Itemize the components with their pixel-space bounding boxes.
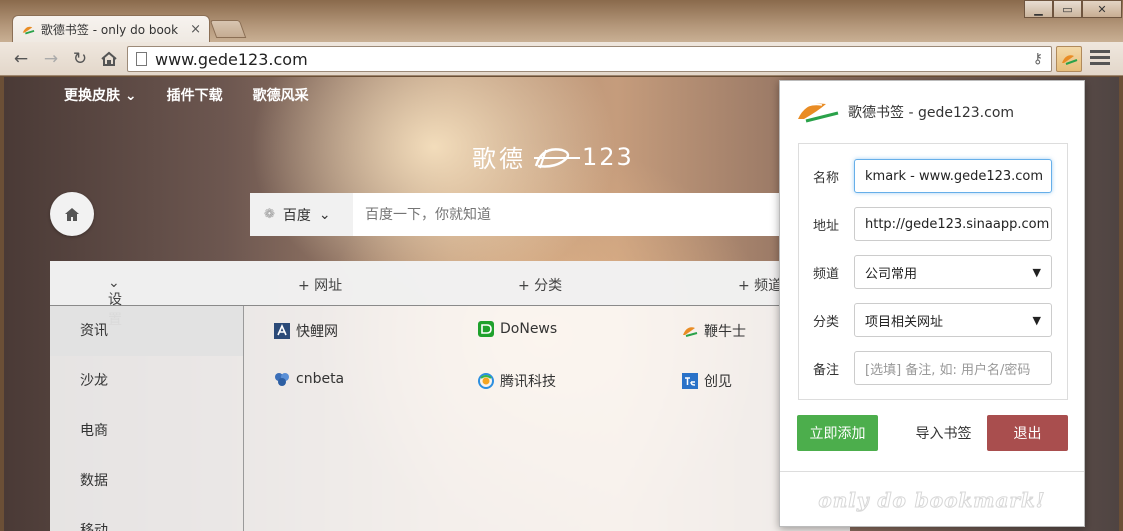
- baidu-paw-icon: ❁: [264, 207, 275, 222]
- gede-logo-icon: [1062, 55, 1078, 65]
- sidebar-item-mobile[interactable]: 移动: [50, 506, 243, 531]
- url-field[interactable]: http://gede123.sinaapp.com: [854, 207, 1052, 241]
- popup-title: 歌德书签 - gede123.com: [848, 105, 1015, 121]
- back-arrow-icon[interactable]: ←: [10, 48, 32, 70]
- panel-tabs: 设置 ⌄ + 网址 + 分类 + 频道: [50, 261, 850, 328]
- address-bar[interactable]: www.gede123.com ⚷: [127, 46, 1052, 72]
- search-bar: ❁ 百度 ⌄: [250, 193, 810, 236]
- tab-add-url[interactable]: + 网址: [298, 275, 342, 295]
- name-label: 名称: [813, 170, 840, 186]
- tab-title: 歌德书签 - only do book: [40, 23, 179, 37]
- minimize-icon[interactable]: ▁: [1024, 0, 1053, 18]
- window-close-icon[interactable]: ✕: [1082, 0, 1122, 18]
- top-nav: 更换皮肤 ⌄ 插件下载 歌德风采: [64, 85, 309, 105]
- channel-label: 频道: [813, 266, 840, 282]
- brand-logo-icon: [534, 147, 580, 168]
- tencent-icon: [478, 373, 494, 389]
- import-bookmarks-link[interactable]: 导入书签: [911, 415, 976, 451]
- bianniushi-icon: [683, 327, 698, 337]
- chuangjian-icon: [682, 373, 698, 389]
- sidebar-item-data[interactable]: 数据: [50, 456, 243, 506]
- tab-settings[interactable]: 设置 ⌄: [108, 275, 122, 328]
- site-link[interactable]: 快鲤网: [274, 321, 338, 341]
- category-select[interactable]: 项目相关网址 ▼: [854, 303, 1052, 337]
- name-field[interactable]: kmark - www.gede123.com: [854, 159, 1052, 193]
- nav-plugin-download[interactable]: 插件下载: [167, 85, 223, 105]
- site-link[interactable]: cnbeta: [274, 371, 344, 387]
- reload-icon[interactable]: ↻: [69, 48, 91, 70]
- site-name: cnbeta: [296, 371, 345, 387]
- sidebar-item-ecommerce[interactable]: 电商: [50, 406, 243, 456]
- nav-change-skin[interactable]: 更换皮肤 ⌄: [64, 85, 137, 105]
- brand-name: 歌德: [472, 145, 526, 173]
- gede-logo-icon: [22, 26, 35, 34]
- gede-logo-icon: [798, 103, 839, 123]
- site-name: 快鲤网: [296, 324, 338, 340]
- add-bookmark-popup: 歌德书签 - gede123.com 名称 kmark - www.gede12…: [779, 80, 1085, 527]
- chevron-down-icon: ⌄: [318, 206, 331, 223]
- site-name: 创见: [704, 374, 732, 390]
- url-label: 地址: [813, 218, 840, 234]
- slogan: only do bookmark!: [818, 487, 1046, 512]
- site-link[interactable]: 创见: [682, 371, 732, 391]
- tab-close-icon[interactable]: ×: [190, 22, 201, 37]
- bookmark-form: 名称 kmark - www.gede123.com 地址 http://ged…: [798, 143, 1068, 400]
- sidebar-item-salon[interactable]: 沙龙: [50, 356, 243, 406]
- site-name: DoNews: [500, 321, 558, 337]
- gede-extension-button[interactable]: [1056, 46, 1082, 72]
- dropdown-arrow-icon: ▼: [1032, 313, 1041, 327]
- add-now-button[interactable]: 立即添加: [797, 415, 878, 451]
- search-engine-label: 百度: [282, 207, 311, 224]
- page-icon: [136, 52, 147, 66]
- nav-gede-style[interactable]: 歌德风采: [253, 85, 309, 105]
- browser-tab[interactable]: 歌德书签 - only do book ×: [12, 15, 210, 43]
- browser-toolbar: ← → ↻ www.gede123.com ⚷: [0, 42, 1123, 76]
- cnbeta-icon: [275, 373, 289, 386]
- site-link[interactable]: 腾讯科技: [478, 371, 556, 391]
- dropdown-arrow-icon: ▼: [1032, 265, 1041, 279]
- search-input[interactable]: [353, 206, 773, 223]
- tab-add-channel[interactable]: + 频道: [738, 275, 782, 295]
- popup-footer: only do bookmark!: [780, 471, 1084, 527]
- kuaili-icon: [274, 323, 290, 339]
- site-name: 腾讯科技: [500, 374, 556, 390]
- window-controls: ▁ ▭ ✕: [1024, 0, 1122, 18]
- sidebar-item-news[interactable]: 资讯: [50, 306, 243, 356]
- site-name: 鞭牛士: [704, 324, 746, 340]
- url-text[interactable]: www.gede123.com: [155, 50, 308, 69]
- exit-button[interactable]: 退出: [987, 415, 1068, 451]
- brand-number: 123: [582, 142, 634, 171]
- site-link[interactable]: DoNews: [478, 321, 557, 337]
- search-engine-select[interactable]: ❁ 百度 ⌄: [250, 193, 353, 236]
- menu-icon[interactable]: [1090, 50, 1110, 68]
- site-brand: 歌德 123: [472, 139, 634, 174]
- bookmark-panel: 设置 ⌄ + 网址 + 分类 + 频道 资讯 沙龙 电商 数据 移动 快鲤网 D…: [50, 261, 850, 531]
- popup-header: 歌德书签 - gede123.com: [796, 99, 1014, 125]
- channel-select[interactable]: 公司常用 ▼: [854, 255, 1052, 289]
- forward-arrow-icon[interactable]: →: [40, 48, 62, 70]
- key-icon[interactable]: ⚷: [1033, 51, 1043, 67]
- note-label: 备注: [813, 362, 840, 378]
- category-value: 项目相关网址: [865, 314, 944, 330]
- site-link[interactable]: 鞭牛士: [682, 321, 746, 341]
- category-label: 分类: [813, 314, 840, 330]
- category-sidebar: 资讯 沙龙 电商 数据 移动: [50, 306, 244, 531]
- maximize-icon[interactable]: ▭: [1053, 0, 1082, 18]
- new-tab-button[interactable]: [209, 20, 247, 38]
- tab-add-category[interactable]: + 分类: [518, 275, 562, 295]
- home-icon[interactable]: [98, 48, 120, 70]
- donews-icon: [478, 321, 494, 337]
- channel-value: 公司常用: [865, 266, 918, 282]
- home-icon: [65, 207, 79, 221]
- home-button[interactable]: [50, 192, 94, 236]
- note-field[interactable]: [选填] 备注, 如: 用户名/密码: [854, 351, 1052, 385]
- browser-titlebar: 歌德书签 - only do book × ▁ ▭ ✕: [0, 0, 1123, 43]
